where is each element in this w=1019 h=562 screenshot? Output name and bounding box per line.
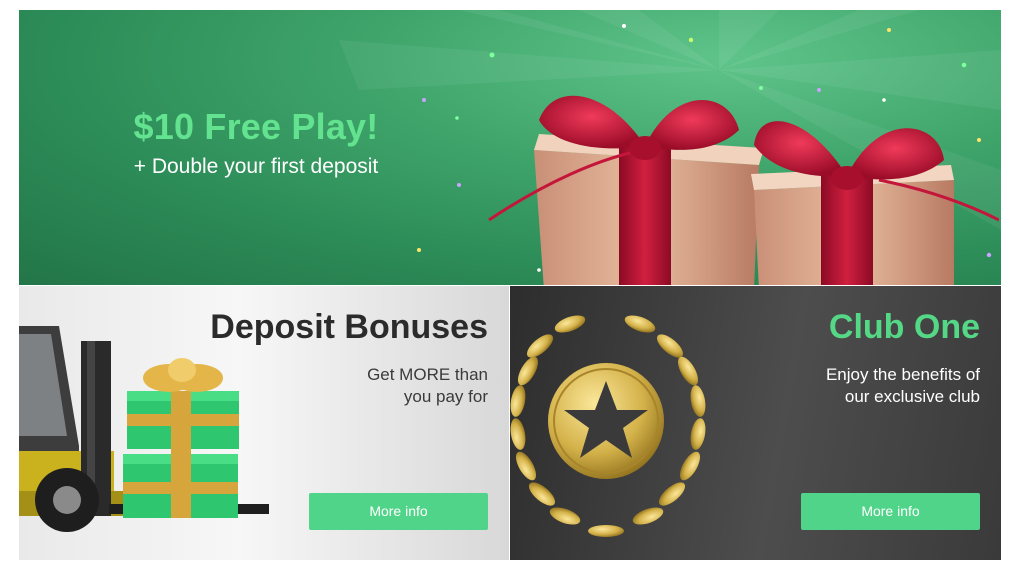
club-one-title: Club One	[828, 308, 980, 346]
gift-boxes-icon	[488, 95, 999, 285]
club-one-subtitle: Enjoy the benefits of our exclusive club	[740, 364, 980, 408]
deposit-bonuses-subtitle-line2: you pay for	[403, 387, 488, 406]
deposit-bonuses-card[interactable]: Deposit Bonuses Get MORE than you pay fo…	[19, 286, 509, 560]
hero-subtitle: + Double your first deposit	[133, 155, 379, 178]
deposit-bonuses-more-info-button[interactable]: More info	[309, 493, 488, 530]
deposit-bonuses-title: Deposit Bonuses	[210, 308, 488, 346]
deposit-bonuses-subtitle-line1: Get MORE than	[367, 365, 488, 384]
deposit-bonuses-subtitle: Get MORE than you pay for	[248, 364, 488, 408]
hero-title: $10 Free Play!	[133, 106, 379, 147]
hero-text: $10 Free Play! + Double your first depos…	[19, 106, 493, 180]
star-laurel-emblem-icon	[510, 315, 706, 537]
club-one-card[interactable]: Club One Enjoy the benefits of our exclu…	[510, 286, 1001, 560]
hero-banner[interactable]: $10 Free Play! + Double your first depos…	[19, 10, 1001, 285]
club-one-more-info-button[interactable]: More info	[801, 493, 980, 530]
club-one-subtitle-line2: our exclusive club	[844, 387, 980, 406]
green-gift-stack	[123, 358, 239, 518]
club-one-subtitle-line1: Enjoy the benefits of	[825, 365, 980, 384]
